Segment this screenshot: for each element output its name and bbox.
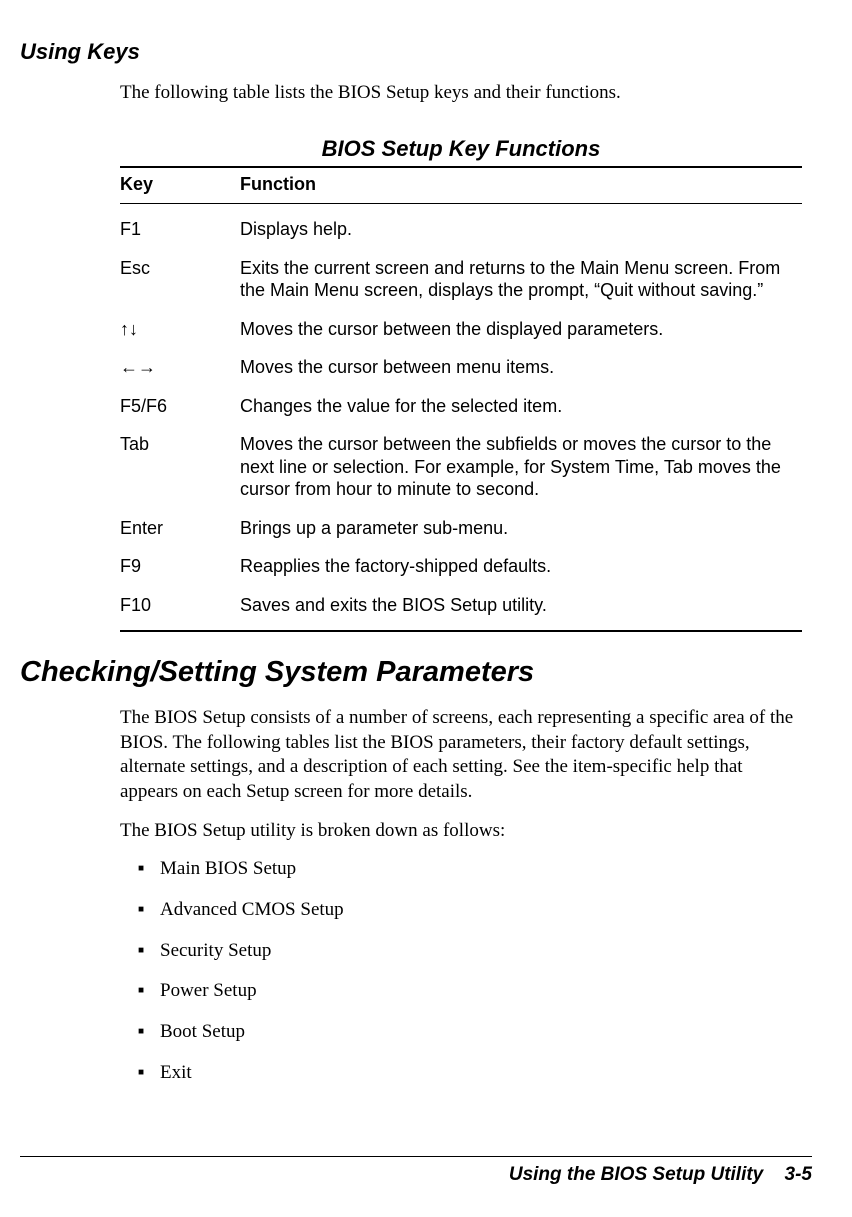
intro-block: The following table lists the BIOS Setup… <box>120 81 802 106</box>
intro-paragraph: The following table lists the BIOS Setup… <box>120 81 802 106</box>
cell-key: Tab <box>120 425 240 509</box>
list-item: Advanced CMOS Setup <box>120 898 802 923</box>
table-row: F9 Reapplies the factory-shipped default… <box>120 547 802 586</box>
list-item: Main BIOS Setup <box>120 857 802 882</box>
cell-function: Brings up a parameter sub-menu. <box>240 509 802 548</box>
cell-key: Esc <box>120 249 240 310</box>
list-item: Exit <box>120 1061 802 1086</box>
cell-key: Enter <box>120 509 240 548</box>
footer-page-number: 3-5 <box>785 1164 812 1185</box>
col-header-key: Key <box>120 167 240 204</box>
section-heading-using-keys: Using Keys <box>20 38 812 67</box>
page-footer: Using the BIOS Setup Utility 3-5 <box>20 1156 812 1188</box>
cell-key: ←→ <box>120 348 240 387</box>
table-row: ←→ Moves the cursor between menu items. <box>120 348 802 387</box>
cell-function: Moves the cursor between the subfields o… <box>240 425 802 509</box>
key-functions-table-wrapper: BIOS Setup Key Functions Key Function F1… <box>120 135 802 632</box>
cell-key: ↑↓ <box>120 310 240 349</box>
cell-function: Moves the cursor between the displayed p… <box>240 310 802 349</box>
key-functions-table: Key Function F1 Displays help. Esc Exits… <box>120 166 802 632</box>
section2-body: The BIOS Setup consists of a number of s… <box>120 706 802 1086</box>
cell-key: F5/F6 <box>120 387 240 426</box>
section2-para2: The BIOS Setup utility is broken down as… <box>120 819 802 844</box>
list-item: Power Setup <box>120 979 802 1004</box>
col-header-function: Function <box>240 167 802 204</box>
cell-function: Moves the cursor between menu items. <box>240 348 802 387</box>
list-item: Boot Setup <box>120 1020 802 1045</box>
table-row: Enter Brings up a parameter sub-menu. <box>120 509 802 548</box>
footer-title: Using the BIOS Setup Utility <box>509 1164 763 1185</box>
cell-key: F10 <box>120 586 240 632</box>
table-row: F5/F6 Changes the value for the selected… <box>120 387 802 426</box>
list-item: Security Setup <box>120 939 802 964</box>
cell-function: Exits the current screen and returns to … <box>240 249 802 310</box>
table-row: F10 Saves and exits the BIOS Setup utili… <box>120 586 802 632</box>
table-row: F1 Displays help. <box>120 210 802 249</box>
cell-function: Changes the value for the selected item. <box>240 387 802 426</box>
table-row: ↑↓ Moves the cursor between the displaye… <box>120 310 802 349</box>
table-title: BIOS Setup Key Functions <box>120 135 802 164</box>
table-row: Esc Exits the current screen and returns… <box>120 249 802 310</box>
cell-function: Reapplies the factory-shipped defaults. <box>240 547 802 586</box>
setup-list: Main BIOS Setup Advanced CMOS Setup Secu… <box>120 857 802 1085</box>
table-row: Tab Moves the cursor between the subfiel… <box>120 425 802 509</box>
cell-key: F1 <box>120 210 240 249</box>
cell-function: Saves and exits the BIOS Setup utility. <box>240 586 802 632</box>
cell-function: Displays help. <box>240 210 802 249</box>
section2-para1: The BIOS Setup consists of a number of s… <box>120 706 802 805</box>
cell-key: F9 <box>120 547 240 586</box>
section-heading-checking-setting: Checking/Setting System Parameters <box>20 654 812 692</box>
